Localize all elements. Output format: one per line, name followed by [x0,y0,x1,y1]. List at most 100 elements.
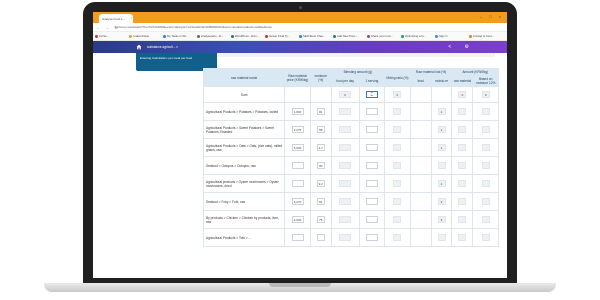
price-cell: 1,800 [284,102,311,121]
lost-input[interactable] [437,233,446,241]
serving-input[interactable] [365,107,378,115]
mixing-ratio-value [393,197,402,205]
bookmark-item[interactable]: f.calendrique [129,34,149,38]
price-input[interactable]: 1,800 [291,108,304,115]
bookmark-item[interactable]: SEO Book Chai... [299,34,325,38]
price-input[interactable]: 2,275 [291,126,304,133]
bookmark-label: Optimising a N... [405,34,426,38]
table-row: Seafood > Octopus > Octopus, raw 80 [202,156,499,175]
bookmark-item[interactable]: Optimising a N... [401,34,426,38]
main-content: Entering Calculation: per meal per food … [93,53,507,278]
col-lead: lead [409,75,432,87]
amount-raw-value [458,179,467,187]
serving-input[interactable] [365,143,378,151]
bookmark-favicon-icon [469,34,472,38]
col-raw-material-lost: Raw material lost (%) [409,68,453,76]
browser-tab[interactable]: Analyse Food L... × [99,14,133,23]
lost-input[interactable]: 1 [437,108,446,115]
col-blending-amount: Blending amount (g) [330,68,386,76]
serving-input[interactable] [365,197,378,205]
bookmark-item[interactable]: Share your recu... [367,34,393,38]
lost-input[interactable]: 1 [437,180,446,187]
moisture-input[interactable]: 9.7 [316,144,325,151]
price-input[interactable]: 6,270 [291,198,304,205]
amount-raw-cell [451,174,474,193]
serving-input[interactable] [365,161,378,169]
moisture-input[interactable]: 9.2 [316,180,325,187]
moisture-input[interactable] [316,233,325,241]
lost-input[interactable]: 3 [437,198,446,205]
serving-cell [358,228,386,247]
lost-cell: 1 [430,102,453,121]
raw-material-name: Agricultural products > Oyster mushrooms… [202,174,286,193]
serving-input[interactable] [365,179,378,187]
bookmark-favicon-icon [265,34,268,38]
home-icon[interactable] [136,44,142,50]
price-input[interactable]: 5,000 [291,144,304,151]
lost-input[interactable]: 1 [437,126,446,133]
bookmark-item[interactable]: My Tasks in Wr... [163,34,188,38]
lost-input[interactable]: 1 [437,144,446,151]
window-controls[interactable]: – □ × [480,14,504,19]
serving-cell [358,210,386,229]
moisture-cell: 75 [309,210,332,229]
close-tab-icon[interactable]: × [130,16,132,20]
price-input[interactable] [291,233,304,241]
lead-cell [409,228,432,247]
bookmark-item[interactable]: Analyseparo - D... [197,34,223,38]
lost-cell [430,156,453,175]
blending-table: raw material name Raw material price (KR… [202,68,499,247]
food-per-day-value [339,215,352,223]
amount-raw-cell [451,102,474,121]
moisture-input[interactable]: 80 [316,162,325,169]
sum-moist-cell [430,86,453,103]
amount-based-cell [472,102,499,121]
amount-raw-value [458,233,467,241]
sum-serving-input[interactable]: ⌶ [365,91,378,98]
bookmark-item[interactable]: Add New Post ‹... [333,34,359,38]
lost-input[interactable]: 3 [437,216,446,223]
moisture-cell: 9.7 [309,138,332,157]
moisture-input[interactable]: 81 [316,108,325,115]
moisture-input[interactable]: 81 [316,198,325,205]
mixing-ratio-cell [384,228,411,247]
bookmark-item[interactable]: Answer & Cont... [469,34,494,38]
serving-input[interactable] [365,233,378,241]
bookmark-item[interactable]: Gewer Final Ty... [265,34,290,38]
amount-raw-value [458,143,467,151]
table-row: Agricultural Products > Tofu > ... [202,228,499,247]
mixing-ratio-cell [384,138,411,157]
bookmark-label: My Tasks in Wr... [167,34,189,38]
amount-raw-value [458,125,467,133]
sum-row: Sum 0 ⌶ 0 0 0 [202,86,499,103]
col-moisture-lost: moistu re [430,75,453,87]
header-icons[interactable]: < ⚙ [448,44,475,50]
food-per-day-cell [330,138,360,157]
serving-input[interactable] [365,215,378,223]
bookmark-item[interactable]: Ad Se... [95,34,109,38]
serving-cell [358,102,386,121]
laptop-screen: Analyse Food L... × – □ × ← → ↻ nutrisur… [93,12,507,278]
price-input[interactable] [291,179,304,187]
breadcrumb[interactable]: substance.agricult... ▾ [147,45,178,49]
amount-raw-cell [451,120,474,139]
serving-cell [358,174,386,193]
price-input[interactable]: 2,000 [291,216,304,223]
bookmark-favicon-icon [367,34,370,38]
moisture-input[interactable]: 75 [316,216,325,223]
amount-based-cell [472,156,499,175]
raw-material-name: Agricultural Products > Oats > Oats, (ri… [202,138,286,157]
price-input[interactable] [291,161,304,169]
lost-input[interactable] [437,161,446,169]
bookmark-item[interactable]: Sign in [435,34,448,38]
moisture-cell: 80 [309,156,332,175]
amount-based-cell [472,174,499,193]
url-input[interactable]: nutrisurvey.net/calculator/?time=5171044… [115,26,435,30]
bookmark-label: SEO Book Chai... [303,34,325,38]
table-row: Agricultural Products > Potatoes > Potat… [202,102,499,121]
bookmark-item[interactable]: WordPress - Envi... [231,34,259,38]
sum-mixing-ratio: 0 [393,91,402,98]
serving-input[interactable] [365,125,378,133]
moisture-input[interactable]: 58 [316,126,325,133]
laptop-notch [269,283,331,287]
